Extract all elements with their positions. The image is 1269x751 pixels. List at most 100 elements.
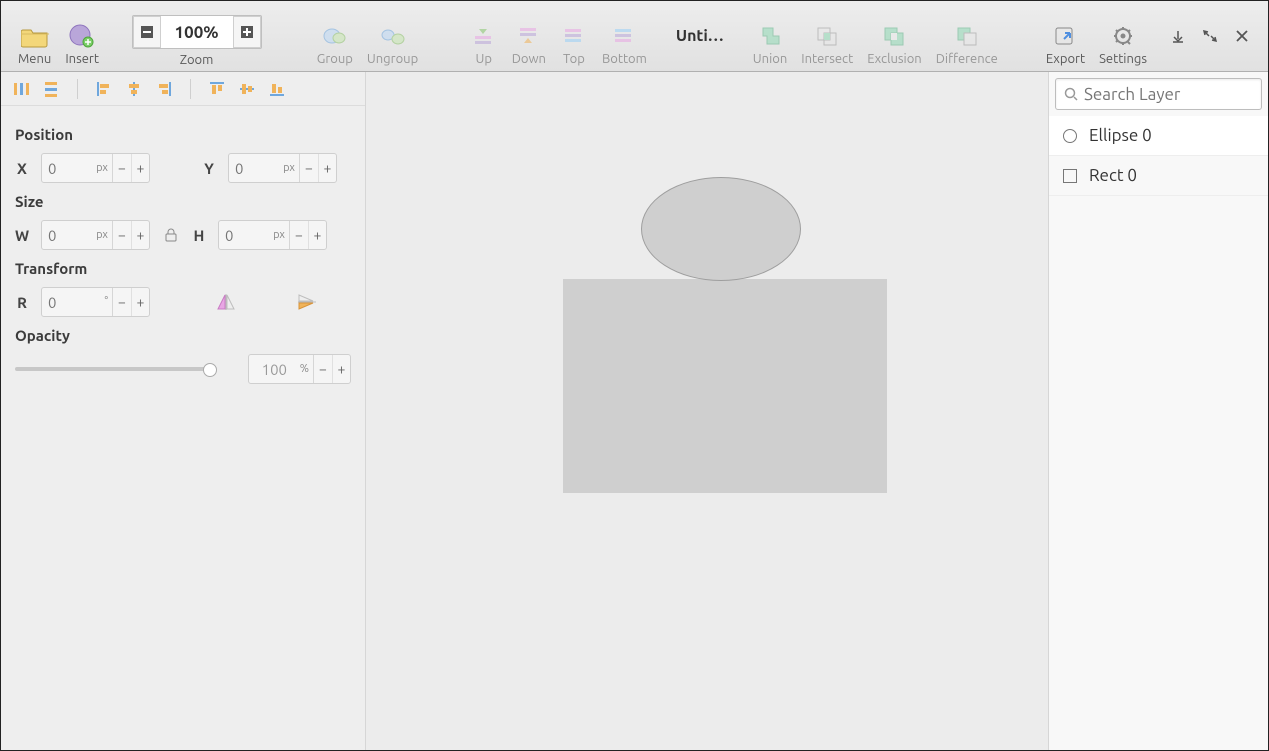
size-title: Size (15, 193, 351, 210)
tb-app-group: Export Settings (1035, 1, 1158, 71)
move-bottom-button[interactable]: Bottom (597, 19, 652, 69)
ungroup-label: Ungroup (367, 52, 418, 66)
align-hcenter-button[interactable] (120, 76, 148, 102)
x-label: X (15, 160, 29, 177)
close-button[interactable] (1234, 28, 1250, 44)
move-down-icon (515, 22, 543, 50)
h-inc[interactable]: + (308, 221, 326, 249)
align-top-button[interactable] (203, 76, 231, 102)
insert-label: Insert (65, 52, 99, 66)
export-button[interactable]: Export (1041, 19, 1090, 69)
align-bottom-button[interactable] (263, 76, 291, 102)
layer-item[interactable]: Ellipse 0 (1049, 116, 1268, 156)
r-field: ° −+ (41, 287, 150, 317)
opacity-slider[interactable] (15, 367, 211, 371)
y-field: px −+ (228, 153, 337, 183)
y-inc[interactable]: + (318, 154, 336, 182)
opacity-unit: % (293, 363, 313, 375)
layer-search (1055, 78, 1262, 110)
x-unit: px (92, 162, 112, 174)
y-dec[interactable]: − (300, 154, 318, 182)
minimize-button[interactable] (1170, 28, 1186, 44)
insert-button[interactable]: Insert (60, 19, 104, 69)
w-field: px −+ (41, 220, 150, 250)
align-vdist-button[interactable] (37, 76, 65, 102)
canvas[interactable] (366, 72, 1048, 750)
align-vcenter-button[interactable] (233, 76, 261, 102)
exclusion-button[interactable]: Exclusion (862, 19, 927, 69)
export-icon (1051, 22, 1079, 50)
ungroup-button[interactable]: Ungroup (362, 19, 423, 69)
intersect-button[interactable]: Intersect (796, 19, 858, 69)
opacity-dec[interactable]: − (314, 355, 332, 383)
zoom-out-button[interactable] (133, 16, 161, 48)
w-label: W (15, 227, 29, 244)
x-dec[interactable]: − (113, 154, 131, 182)
layer-search-input[interactable] (1084, 85, 1253, 104)
opacity-inc[interactable]: + (332, 355, 350, 383)
x-inc[interactable]: + (131, 154, 149, 182)
menu-label: Menu (18, 52, 51, 66)
opacity-field: % −+ (248, 354, 351, 384)
move-up-button[interactable]: Up (465, 19, 503, 69)
settings-button[interactable]: Settings (1094, 19, 1152, 69)
h-input[interactable] (219, 227, 269, 244)
align-left-button[interactable] (90, 76, 118, 102)
h-field: px −+ (218, 220, 327, 250)
exclusion-label: Exclusion (867, 52, 922, 66)
difference-button[interactable]: Difference (931, 19, 1003, 69)
r-inc[interactable]: + (131, 288, 149, 316)
up-label: Up (475, 52, 491, 66)
move-down-button[interactable]: Down (507, 19, 551, 69)
tb-order-group: Up Down Top Bottom (459, 1, 658, 71)
union-icon (756, 22, 784, 50)
group-icon (321, 22, 349, 50)
align-right-button[interactable] (150, 76, 178, 102)
canvas-ellipse[interactable] (641, 177, 801, 281)
move-bottom-icon (610, 22, 638, 50)
align-toolbar (1, 72, 365, 106)
menu-button[interactable]: Menu (13, 19, 56, 69)
r-dec[interactable]: − (113, 288, 131, 316)
position-title: Position (15, 126, 351, 143)
h-dec[interactable]: − (290, 221, 308, 249)
h-label: H (192, 227, 206, 244)
down-label: Down (512, 52, 546, 66)
w-dec[interactable]: − (113, 221, 131, 249)
group-button[interactable]: Group (312, 19, 358, 69)
align-hdist-button[interactable] (7, 76, 35, 102)
move-top-icon (560, 22, 588, 50)
tb-zoom-group: 100% Zoom (126, 1, 268, 71)
maximize-button[interactable] (1202, 28, 1218, 44)
r-label: R (15, 294, 29, 311)
w-input[interactable] (42, 227, 92, 244)
flip-horizontal-button[interactable] (214, 289, 240, 315)
settings-label: Settings (1099, 52, 1147, 66)
tb-file-group: Menu Insert (7, 1, 110, 71)
union-button[interactable]: Union (748, 19, 793, 69)
bottom-label: Bottom (602, 52, 647, 66)
x-input[interactable] (42, 160, 92, 177)
opacity-input[interactable] (249, 361, 293, 378)
flip-vertical-button[interactable] (294, 289, 320, 315)
zoom-in-button[interactable] (233, 16, 261, 48)
main-area: Position X px −+ Y px −+ Size W (1, 72, 1268, 750)
toolbar: Menu Insert 100% Zoom (1, 1, 1268, 72)
folder-icon (21, 22, 49, 50)
top-label: Top (563, 52, 585, 66)
left-panel: Position X px −+ Y px −+ Size W (1, 72, 366, 750)
group-label: Group (317, 52, 353, 66)
move-top-button[interactable]: Top (555, 19, 593, 69)
lock-aspect-button[interactable] (162, 226, 180, 244)
layer-item-label: Ellipse 0 (1089, 126, 1152, 145)
r-input[interactable] (42, 294, 92, 311)
zoom-value[interactable]: 100% (161, 23, 233, 42)
gear-icon (1109, 22, 1137, 50)
rect-icon (1063, 169, 1077, 183)
layer-item[interactable]: Rect 0 (1049, 156, 1268, 196)
document-title: Unti… (658, 1, 742, 71)
canvas-rect[interactable] (563, 279, 887, 493)
layer-item-label: Rect 0 (1089, 166, 1137, 185)
y-input[interactable] (229, 160, 279, 177)
w-inc[interactable]: + (131, 221, 149, 249)
